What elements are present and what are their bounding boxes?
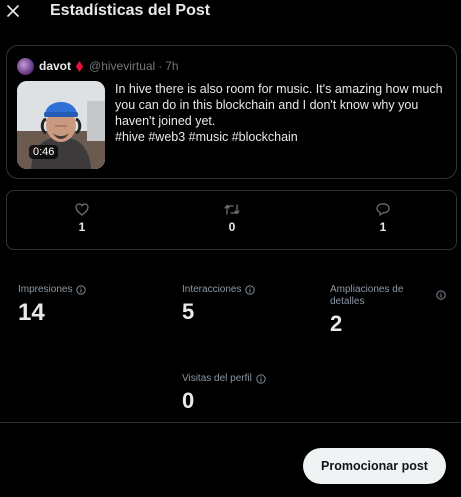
promote-post-button[interactable]: Promocionar post [303,448,446,484]
detail-expands-value: 2 [330,311,343,336]
info-icon[interactable] [256,373,266,384]
page-title: Estadísticas del Post [50,2,211,19]
interactions-label: Interacciones [182,284,242,295]
interactions-value: 5 [182,299,195,324]
repost-stat[interactable]: 0 [212,203,252,234]
impressions-label: Impresiones [18,284,73,295]
header: Estadísticas del Post [0,0,461,26]
profile-visits-label: Visitas del perfil [182,373,252,384]
post-hashtags[interactable]: #hive #web3 #music #blockchain [115,129,449,145]
avatar[interactable] [17,57,34,75]
interactions-metric: Interacciones 5 [182,284,256,325]
author-name[interactable]: davot [39,59,71,73]
post-time[interactable]: 7h [165,59,178,73]
info-icon[interactable] [76,284,87,295]
like-stat[interactable]: 1 [62,203,102,234]
author-row: davot @hivevirtual · 7h [17,57,179,75]
profile-visits-value: 0 [182,388,195,413]
profile-visits-metric: Visitas del perfil 0 [182,373,266,414]
info-icon[interactable] [436,290,446,300]
video-thumbnail[interactable]: 0:46 [17,81,105,169]
reply-icon [376,203,390,216]
info-icon[interactable] [245,284,256,295]
close-button[interactable] [4,0,22,22]
repost-icon [224,204,240,215]
author-handle[interactable]: @hivevirtual [89,59,155,73]
reply-stat[interactable]: 1 [363,203,403,234]
detail-expands-metric: Ampliaciones de detalles 2 [330,284,450,337]
hive-logo-icon [75,60,84,72]
post-card[interactable]: davot @hivevirtual · 7h 0:46 In hive the… [6,45,457,179]
close-icon [7,5,19,17]
engagement-card: 1 0 1 [6,190,457,250]
footer-divider [0,422,461,423]
reply-count: 1 [379,220,387,234]
post-body: In hive there is also room for music. It… [115,82,443,128]
repost-count: 0 [228,220,236,234]
video-duration: 0:46 [29,145,59,159]
like-count: 1 [78,220,86,234]
impressions-metric: Impresiones 14 [18,284,87,327]
separator: · [158,59,163,73]
heart-icon [75,203,89,216]
post-text: In hive there is also room for music. It… [115,81,449,145]
detail-expands-label: Ampliaciones de detalles [330,284,404,307]
impressions-value: 14 [18,299,45,326]
